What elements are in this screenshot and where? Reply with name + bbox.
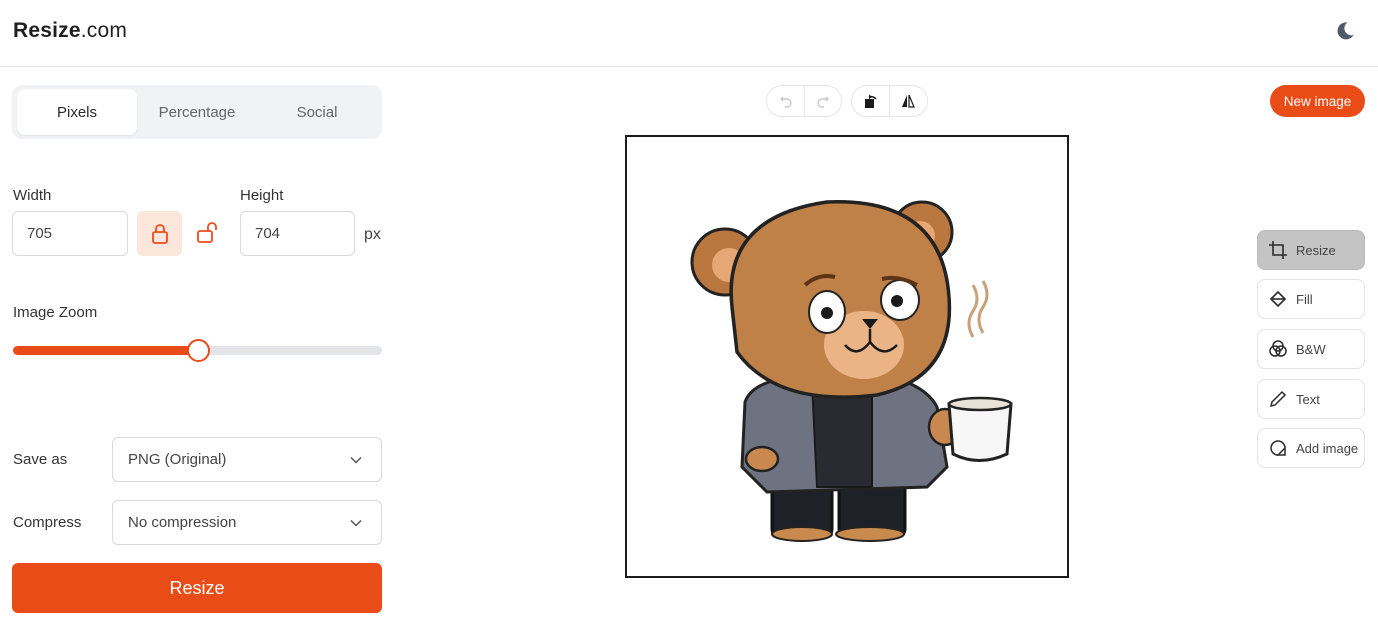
resize-button[interactable]: Resize: [12, 563, 382, 613]
flip-icon: [902, 94, 915, 108]
tool-resize-label: Resize: [1296, 242, 1336, 258]
tab-pixels[interactable]: Pixels: [17, 89, 137, 135]
rotate-button[interactable]: [852, 86, 889, 116]
bw-icon: [1269, 340, 1287, 357]
save-as-value: PNG (Original): [128, 451, 227, 468]
lock-aspect-button[interactable]: [137, 211, 182, 256]
compress-value: No compression: [128, 514, 237, 531]
moon-icon[interactable]: [1334, 20, 1356, 42]
crop-icon: [1269, 241, 1287, 259]
tool-add-image[interactable]: Add image: [1257, 428, 1365, 468]
history-group: [766, 85, 842, 117]
tool-text-label: Text: [1296, 391, 1320, 407]
zoom-label: Image Zoom: [13, 304, 98, 321]
logo[interactable]: Resize.com: [13, 19, 127, 43]
tab-percentage[interactable]: Percentage: [137, 89, 257, 135]
logo-light: .com: [80, 19, 128, 42]
height-input[interactable]: 704: [240, 211, 355, 256]
redo-icon: [817, 96, 829, 108]
undo-button[interactable]: [767, 86, 804, 116]
width-input[interactable]: 705: [12, 211, 128, 256]
redo-button[interactable]: [804, 86, 841, 116]
chevron-down-icon: [350, 519, 362, 527]
tab-social[interactable]: Social: [257, 89, 377, 135]
lock-icon: [151, 223, 168, 244]
zoom-slider-thumb[interactable]: [186, 339, 210, 362]
unlock-icon[interactable]: [196, 220, 222, 246]
compress-select[interactable]: No compression: [112, 500, 382, 545]
unit-label: px: [364, 226, 381, 243]
width-label: Width: [13, 187, 52, 204]
image-canvas[interactable]: [625, 135, 1069, 578]
height-label: Height: [240, 187, 284, 204]
logo-bold: Resize: [13, 19, 81, 42]
tool-resize[interactable]: Resize: [1257, 230, 1365, 270]
app-header: Resize.com: [0, 0, 1378, 67]
flip-button[interactable]: [889, 86, 926, 116]
transform-group: [851, 85, 928, 117]
zoom-slider-fill: [13, 346, 198, 355]
tool-fill[interactable]: Fill: [1257, 279, 1365, 319]
new-image-button[interactable]: New image: [1270, 85, 1365, 117]
tool-fill-label: Fill: [1296, 291, 1313, 307]
mode-tabs: Pixels Percentage Social: [12, 85, 382, 139]
chevron-down-icon: [350, 456, 362, 464]
tool-add-image-label: Add image: [1296, 440, 1359, 456]
save-as-select[interactable]: PNG (Original): [112, 437, 382, 482]
tool-text[interactable]: Text: [1257, 379, 1365, 419]
add-image-icon: [1270, 440, 1286, 456]
tool-bw-label: B&W: [1296, 341, 1326, 357]
tool-bw[interactable]: B&W: [1257, 329, 1365, 369]
compress-label: Compress: [13, 514, 82, 531]
save-as-label: Save as: [13, 451, 68, 468]
bear-image: [690, 200, 1013, 542]
undo-icon: [779, 96, 792, 108]
rotate-icon: [864, 94, 877, 108]
pencil-icon: [1269, 390, 1287, 408]
fill-icon: [1269, 290, 1287, 308]
